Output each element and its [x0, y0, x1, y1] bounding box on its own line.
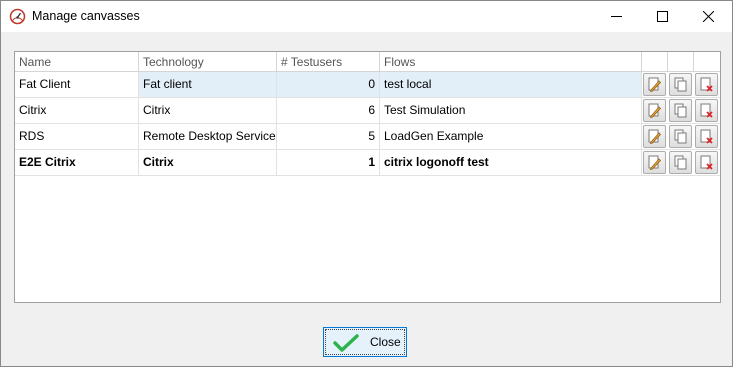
- copy-button[interactable]: [669, 151, 692, 174]
- cell-technology[interactable]: Fat client: [139, 72, 277, 97]
- cell-name[interactable]: E2E Citrix: [15, 150, 139, 175]
- table-header: Name Technology # Testusers Flows: [15, 52, 720, 72]
- column-header-testusers[interactable]: # Testusers: [277, 52, 380, 72]
- cell-flows[interactable]: LoadGen Example: [380, 124, 642, 149]
- close-icon: [703, 11, 714, 22]
- edit-icon: [648, 103, 661, 118]
- edit-icon: [648, 155, 661, 170]
- table-row[interactable]: Fat Client Fat client 0 test local: [15, 72, 720, 98]
- cell-name[interactable]: Citrix: [15, 98, 139, 123]
- copy-icon: [674, 77, 687, 92]
- edit-button[interactable]: [643, 99, 666, 122]
- copy-button[interactable]: [669, 99, 692, 122]
- edit-button[interactable]: [643, 73, 666, 96]
- copy-icon: [674, 103, 687, 118]
- copy-button[interactable]: [669, 73, 692, 96]
- canvasses-table[interactable]: Name Technology # Testusers Flows Fat Cl…: [14, 51, 721, 303]
- minimize-button[interactable]: [594, 1, 640, 32]
- column-header-delete: [694, 52, 720, 72]
- window-title: Manage canvasses: [32, 9, 140, 23]
- copy-icon: [674, 155, 687, 170]
- delete-icon: [700, 103, 713, 118]
- column-header-flows[interactable]: Flows: [380, 52, 642, 72]
- copy-button[interactable]: [669, 125, 692, 148]
- cell-testusers[interactable]: 1: [277, 150, 380, 175]
- delete-icon: [700, 155, 713, 170]
- column-header-name[interactable]: Name: [15, 52, 139, 72]
- table-row[interactable]: E2E Citrix Citrix 1 citrix logonoff test: [15, 150, 720, 176]
- delete-icon: [700, 77, 713, 92]
- copy-icon: [674, 129, 687, 144]
- delete-icon: [700, 129, 713, 144]
- delete-button[interactable]: [695, 125, 718, 148]
- column-header-edit: [642, 52, 668, 72]
- delete-button[interactable]: [695, 99, 718, 122]
- cell-technology[interactable]: Citrix: [139, 150, 277, 175]
- edit-icon: [648, 77, 661, 92]
- edit-icon: [648, 129, 661, 144]
- column-header-copy: [668, 52, 694, 72]
- edit-button[interactable]: [643, 151, 666, 174]
- delete-button[interactable]: [695, 151, 718, 174]
- maximize-icon: [657, 11, 668, 22]
- cell-testusers[interactable]: 5: [277, 124, 380, 149]
- delete-button[interactable]: [695, 73, 718, 96]
- cell-testusers[interactable]: 0: [277, 72, 380, 97]
- cell-technology[interactable]: Citrix: [139, 98, 277, 123]
- cell-name[interactable]: Fat Client: [15, 72, 139, 97]
- title-bar[interactable]: Manage canvasses: [1, 1, 732, 32]
- checkmark-icon: [333, 334, 359, 352]
- cell-name[interactable]: RDS: [15, 124, 139, 149]
- close-window-button[interactable]: [686, 1, 732, 32]
- maximize-button[interactable]: [640, 1, 686, 32]
- cell-flows[interactable]: citrix logonoff test: [380, 150, 642, 175]
- close-button-label: Close: [370, 335, 401, 349]
- minimize-icon: [611, 16, 622, 17]
- cell-testusers[interactable]: 6: [277, 98, 380, 123]
- table-row[interactable]: RDS Remote Desktop Services 5 LoadGen Ex…: [15, 124, 720, 150]
- column-header-technology[interactable]: Technology: [139, 52, 277, 72]
- cell-flows[interactable]: test local: [380, 72, 642, 97]
- cell-flows[interactable]: Test Simulation: [380, 98, 642, 123]
- cell-technology[interactable]: Remote Desktop Services: [139, 124, 277, 149]
- manage-canvasses-dialog: Manage canvasses Name Technology # Testu…: [0, 0, 733, 367]
- table-row[interactable]: Citrix Citrix 6 Test Simulation: [15, 98, 720, 124]
- speedometer-icon: [9, 8, 26, 25]
- close-button[interactable]: Close: [323, 327, 407, 357]
- edit-button[interactable]: [643, 125, 666, 148]
